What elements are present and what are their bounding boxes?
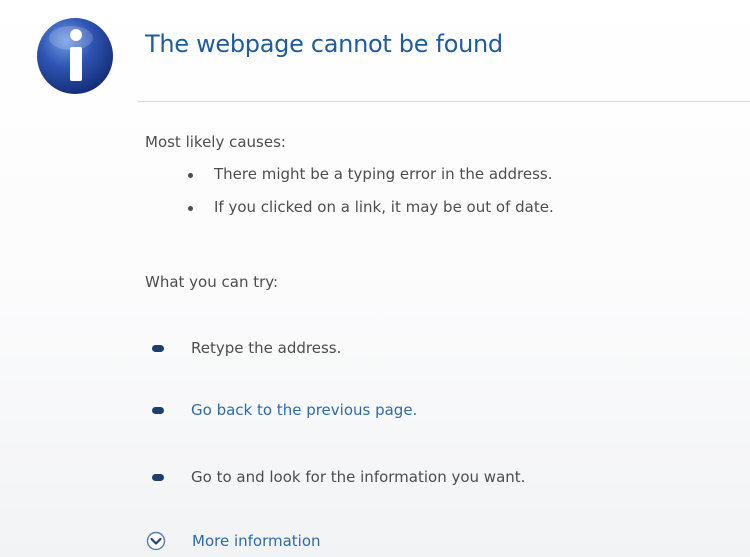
bullet-dot-icon (188, 206, 193, 211)
go-to-text: Go to and look for the information you w… (191, 468, 526, 486)
page-title: The webpage cannot be found (145, 30, 503, 58)
bullet-dot-icon (188, 173, 193, 178)
try-heading: What you can try: (145, 273, 279, 291)
cause-text: There might be a typing error in the add… (214, 165, 553, 183)
retype-text: Retype the address. (191, 339, 342, 357)
info-icon (37, 18, 113, 94)
bullet-icon (152, 345, 164, 352)
go-back-link[interactable]: Go back to the previous page. (191, 401, 417, 419)
bullet-icon (152, 474, 164, 481)
header-divider (138, 101, 750, 102)
bullet-icon (152, 407, 164, 414)
causes-heading: Most likely causes: (145, 133, 286, 151)
chevron-down-circle-icon (146, 531, 166, 551)
more-information-label: More information (192, 532, 321, 550)
cause-text: If you clicked on a link, it may be out … (214, 198, 554, 216)
